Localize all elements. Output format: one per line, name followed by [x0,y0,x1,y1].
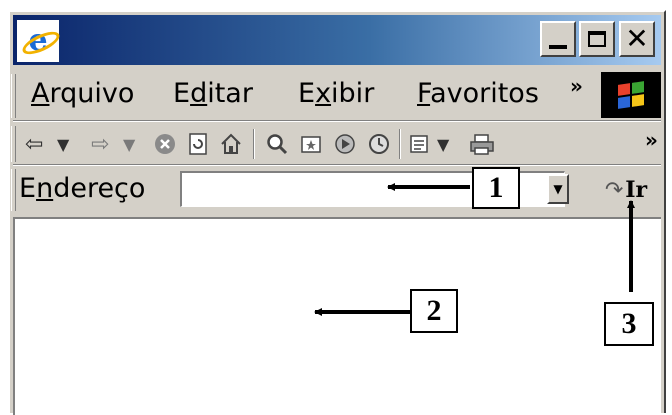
close-icon: ✕ [625,22,649,55]
address-dropdown-button[interactable]: ▼ [547,174,569,204]
go-button[interactable]: ↷ Ir [595,173,657,207]
history-icon[interactable] [367,129,391,159]
maximize-icon [588,31,606,47]
callout-2: 2 [410,289,458,333]
internet-explorer-icon[interactable]: e [17,20,63,62]
divider [13,164,661,166]
mail-dropdown-chevron-icon[interactable]: ▼ [437,129,449,159]
page-content-area[interactable] [13,217,661,415]
refresh-icon[interactable] [187,129,209,159]
title-bar[interactable]: e ✕ [13,15,661,65]
address-bar: Endereço ▼ ↷ Ir [13,167,661,213]
close-button[interactable]: ✕ [619,21,655,57]
chevron-down-icon: ▼ [553,182,563,196]
standard-toolbar: ⇦ ▼ ⇨ ▼ ▼ » [13,124,661,164]
toolbar-separator [399,129,401,159]
minimize-icon [549,45,567,49]
callout-1: 1 [472,167,520,209]
toolbar-separator [253,129,255,159]
favorites-icon[interactable] [299,129,323,159]
menu-bar: Arquivo Editar Exibir Favoritos » [13,72,661,120]
windows-logo-icon [601,72,661,118]
menu-favoritos[interactable]: Favoritos [417,78,539,109]
home-icon[interactable] [219,129,243,159]
maximize-button[interactable] [579,21,615,57]
divider [13,120,661,122]
address-label: Endereço [19,173,146,204]
browser-window: e ✕ Arquivo Editar Exibir Favoritos » ⇦ … [8,10,666,415]
stop-icon[interactable] [153,129,177,159]
forward-icon[interactable]: ⇨ [91,129,109,159]
back-icon[interactable]: ⇦ [25,129,43,159]
back-dropdown-chevron-icon[interactable]: ▼ [57,129,69,159]
print-icon[interactable] [469,129,495,159]
go-label: Ir [625,177,648,203]
search-icon[interactable] [265,129,289,159]
minimize-button[interactable] [540,21,576,57]
forward-dropdown-chevron-icon[interactable]: ▼ [123,129,135,159]
go-arrow-icon: ↷ [604,177,624,203]
menu-overflow-chevron[interactable]: » [570,74,583,98]
mail-icon[interactable] [409,129,435,159]
toolbar-overflow-chevron[interactable]: » [645,128,658,152]
menu-exibir[interactable]: Exibir [298,78,374,109]
menu-arquivo[interactable]: Arquivo [31,78,134,109]
callout-3: 3 [604,302,654,346]
menu-editar[interactable]: Editar [173,78,253,109]
media-icon[interactable] [333,129,357,159]
